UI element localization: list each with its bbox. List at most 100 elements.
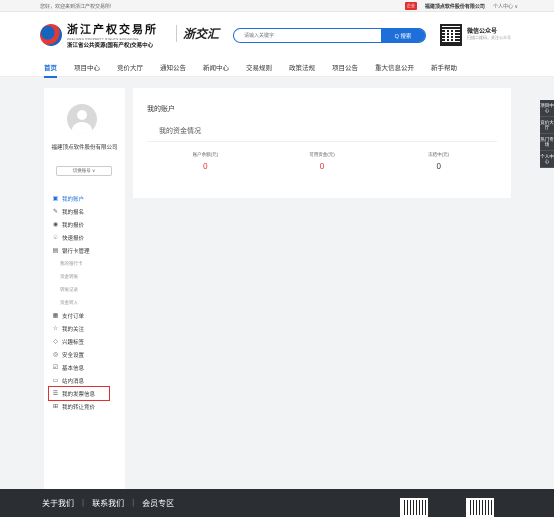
- sidebar-item-label: 安全设置: [62, 352, 85, 359]
- float-bar-item[interactable]: 竞价大厅: [540, 117, 554, 134]
- nav-item[interactable]: 通知公告: [160, 62, 186, 72]
- sidebar-item-label: 资金转入: [60, 299, 78, 305]
- float-bar: 项目中心 竞价大厅 热门专场 个人中心: [540, 100, 554, 168]
- nav-item[interactable]: 新闻中心: [203, 62, 229, 72]
- logo[interactable]: 浙江产权交易所 ZHEJIANG PROPERTY RIGHTS EXCHANG…: [40, 21, 158, 49]
- footer-qr-code-2: [466, 498, 494, 517]
- sidebar-menu: ▣ 我的账户 ✎ 我的报名 ◉ 我的报价 ♧ 快速报价 ▤ 银行卡管理 我的银行卡 资金转账 转账记录资…: [48, 192, 122, 413]
- switch-account-button[interactable]: 切换账号 ∨: [56, 166, 112, 176]
- footer-separator: |: [82, 498, 85, 507]
- footer: 关于我们 | 联系我们 | 会员专区: [0, 489, 554, 517]
- footer-link[interactable]: 关于我们: [42, 498, 74, 509]
- float-bar-item[interactable]: 个人中心: [540, 151, 554, 168]
- menu-icon: ▤: [52, 248, 59, 254]
- sidebar-item-label: 兴趣标签: [62, 339, 85, 346]
- fund-stat-value: 0: [319, 162, 325, 171]
- logo-subtitle: 浙江省公共资源(国有产权)交易中心: [67, 43, 154, 49]
- float-bar-item[interactable]: 项目中心: [540, 100, 554, 117]
- sidebar-item[interactable]: ♧ 快速报价: [52, 231, 122, 244]
- menu-icon: ▣: [52, 196, 59, 202]
- sidebar-item-label: 我的关注: [62, 326, 85, 333]
- sidebar-item[interactable]: ▦ 支付订单: [52, 309, 122, 322]
- search-input[interactable]: [234, 29, 374, 42]
- sidebar-item-label: 我的报价: [62, 222, 85, 229]
- search-box: Q 搜索: [233, 28, 426, 43]
- footer-separator: |: [132, 498, 135, 507]
- sidebar-item[interactable]: ▣ 我的账户: [52, 192, 122, 205]
- sidebar-item-label: 我的银行卡: [60, 260, 83, 266]
- menu-icon: ☆: [52, 326, 59, 332]
- sidebar: 福建顶点软件股份有限公司 切换账号 ∨ ▣ 我的账户 ✎ 我的报名 ◉ 我的报价 ♧ 快速报价…: [44, 88, 125, 492]
- nav-item[interactable]: 政策法规: [289, 62, 315, 72]
- logo-title: 浙江产权交易所: [67, 23, 158, 36]
- fund-stats: 账户余额(元) 0 可用资金(元) 0 冻结中(元) 0: [147, 152, 497, 182]
- page-title: 我的账户: [147, 106, 175, 113]
- menu-icon: ▦: [52, 313, 59, 319]
- fund-stat-value: 0: [203, 162, 208, 171]
- personal-center-link[interactable]: 个人中心 ∨: [493, 3, 518, 10]
- nav-item[interactable]: 项目公告: [332, 62, 358, 72]
- nav-item[interactable]: 首页: [44, 62, 57, 78]
- company-name[interactable]: 福建顶点软件股份有限公司: [425, 3, 485, 10]
- sidebar-subitem[interactable]: 转账记录: [52, 283, 122, 296]
- menu-icon: ✎: [52, 209, 59, 215]
- fund-stat: 账户余额(元) 0: [147, 152, 264, 182]
- fund-stat-label: 可用资金(元): [309, 152, 335, 157]
- welcome-text: 您好，欢迎来到浙江产权交易所!: [40, 4, 112, 10]
- fund-stat-label: 冻结中(元): [428, 152, 450, 157]
- fund-stat-value: 0: [436, 162, 441, 171]
- account-panel: 我的账户 我的资金情况 账户余额(元) 0 可用资金(元) 0 冻结中(元) 0: [133, 88, 511, 198]
- nav-item[interactable]: 新手帮助: [431, 62, 457, 72]
- wechat-subtitle: 扫描二维码，关注公众号: [467, 35, 511, 40]
- footer-link[interactable]: 会员专区: [142, 498, 174, 509]
- nav-item[interactable]: 交易规则: [246, 62, 272, 72]
- menu-icon: ◇: [53, 339, 58, 345]
- menu-icon: ▭: [52, 378, 59, 384]
- header: 浙江产权交易所 ZHEJIANG PROPERTY RIGHTS EXCHANG…: [0, 12, 554, 56]
- menu-icon: ◎: [52, 352, 59, 358]
- sidebar-item[interactable]: ◉ 我的报价: [52, 218, 122, 231]
- menu-icon: ⊞: [52, 404, 59, 410]
- sidebar-item-label: 我的转让竞价: [62, 404, 96, 411]
- sidebar-item[interactable]: ✎ 我的报名: [52, 205, 122, 218]
- sidebar-item[interactable]: ◎ 安全设置: [52, 348, 122, 361]
- search-button[interactable]: Q 搜索: [381, 29, 425, 42]
- fund-stat-label: 账户余额(元): [192, 152, 219, 157]
- sidebar-item[interactable]: ▭ 站内消息: [52, 374, 122, 387]
- menu-icon: ☰: [52, 391, 59, 397]
- divider: [147, 141, 497, 142]
- nav-item[interactable]: 项目中心: [74, 62, 100, 72]
- menu-icon: ◉: [52, 222, 59, 228]
- section-title: 我的资金情况: [159, 128, 201, 135]
- footer-link[interactable]: 联系我们: [92, 498, 124, 509]
- sidebar-item-label: 快速报价: [62, 235, 85, 242]
- logo-mark-icon: [40, 24, 62, 46]
- float-bar-item[interactable]: 热门专场: [540, 134, 554, 151]
- wechat-qr-code: [440, 24, 462, 46]
- sidebar-item[interactable]: ☑ 基本信息: [52, 361, 122, 374]
- sidebar-subitem[interactable]: 资金转账: [52, 270, 122, 283]
- sidebar-subitem[interactable]: 我的银行卡: [52, 257, 122, 270]
- sidebar-item[interactable]: ⊞ 我的转让竞价: [52, 400, 122, 413]
- sidebar-item[interactable]: ☰ 我的发票信息: [48, 386, 110, 401]
- top-bar: 您好，欢迎来到浙江产权交易所! 企业 福建顶点软件股份有限公司 个人中心 ∨: [0, 0, 554, 12]
- zjh-brand[interactable]: 浙交汇: [176, 25, 219, 42]
- menu-icon: ♧: [52, 235, 59, 241]
- sidebar-item[interactable]: ☆ 我的关注: [52, 322, 122, 335]
- sidebar-item-label: 站内消息: [62, 378, 85, 385]
- sidebar-item-label: 我的报名: [62, 209, 85, 216]
- wechat-title: 微信公众号: [467, 29, 498, 35]
- sidebar-item-label: 我的账户: [62, 196, 85, 203]
- fund-stat: 冻结中(元) 0: [380, 152, 497, 182]
- avatar: [67, 104, 97, 134]
- sidebar-item[interactable]: ▤ 银行卡管理: [52, 244, 122, 257]
- footer-qr-code-1: [400, 498, 428, 517]
- nav-item[interactable]: 竞价大厅: [117, 62, 143, 72]
- user-name: 福建顶点软件股份有限公司: [51, 145, 118, 151]
- sidebar-item[interactable]: ◇ 兴趣标签: [52, 335, 122, 348]
- main-nav: 首页 项目中心 竞价大厅 通知公告 新闻中心 交易规则 政策法规 项目公告 重大信息公开 新手帮助: [0, 56, 554, 78]
- enterprise-badge: 企业: [404, 2, 417, 10]
- fund-stat: 可用资金(元) 0: [264, 152, 381, 182]
- nav-item[interactable]: 重大信息公开: [375, 62, 414, 72]
- sidebar-subitem[interactable]: 资金转入: [52, 296, 122, 309]
